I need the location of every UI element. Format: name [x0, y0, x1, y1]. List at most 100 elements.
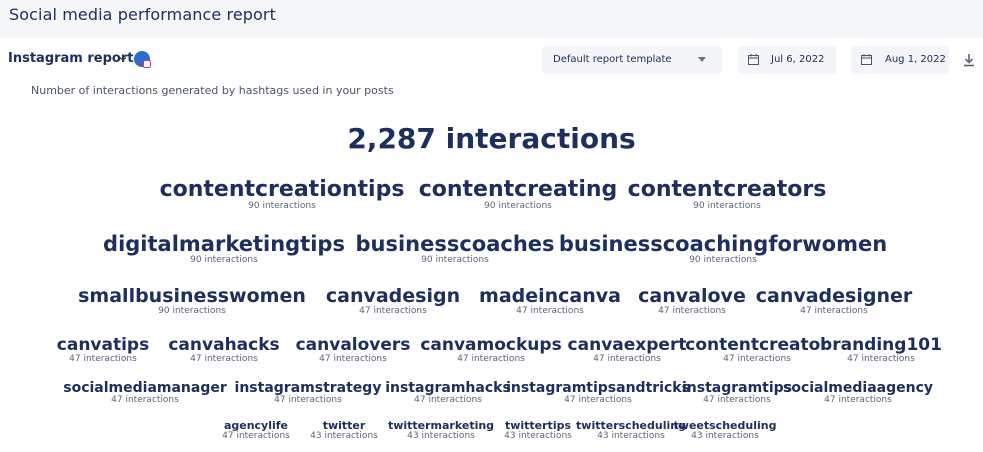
hashtag-item: tweetscheduling 43 interactions: [674, 419, 777, 442]
hashtag-item: canvadesign 47 interactions: [326, 286, 460, 317]
hashtag-count: 47 interactions: [703, 395, 771, 406]
hashtag-name: contentcreator: [685, 335, 829, 355]
hashtag-count: 47 interactions: [190, 353, 258, 364]
hashtag-count: 47 interactions: [222, 431, 290, 442]
hashtag-count: 90 interactions: [248, 201, 316, 212]
hashtag-name: canvalovers: [295, 335, 411, 355]
hashtag-count: 47 interactions: [593, 353, 661, 364]
hashtag-name: canvadesign: [325, 285, 461, 307]
hashtag-item: contentcreators 90 interactions: [627, 177, 827, 212]
hashtag-item: agencylife 47 interactions: [222, 419, 290, 442]
hashtag-name: contentcreating: [418, 177, 618, 202]
hashtag-count: 43 interactions: [310, 431, 378, 442]
hashtag-name: canvatips: [56, 335, 150, 355]
hashtag-name: socialmediamanager: [63, 380, 227, 396]
hashtag-count: 90 interactions: [158, 305, 226, 316]
hashtag-item: instagramhacks 47 interactions: [385, 380, 511, 406]
hashtag-item: businesscoachingforwomen 90 interactions: [558, 232, 888, 266]
hashtag-count: 43 interactions: [504, 431, 572, 442]
hashtag-item: socialmediamanager 47 interactions: [63, 380, 227, 406]
hashtag-item: branding101 47 interactions: [820, 336, 942, 365]
chevron-down-icon[interactable]: [117, 53, 129, 65]
hashtag-name: instagramtips: [681, 380, 793, 396]
total-interactions: 2,287 interactions: [347, 122, 636, 155]
hashtag-item: canvalove 47 interactions: [638, 286, 746, 317]
hashtag-name: canvamockups: [420, 335, 562, 355]
top-bar: Social media performance report: [0, 0, 983, 38]
end-date: Aug 1, 2022: [885, 54, 946, 65]
hashtag-count: 43 interactions: [597, 431, 665, 442]
hashtag-count: 43 interactions: [691, 431, 759, 442]
caret-down-icon: [698, 57, 706, 62]
hashtag-count: 90 interactions: [484, 201, 552, 212]
hashtag-name: branding101: [820, 335, 942, 355]
hashtag-item: instagramtips 47 interactions: [681, 380, 793, 406]
hashtag-item: instagramstrategy 47 interactions: [234, 380, 382, 406]
hashtag-item: twitterscheduling 43 interactions: [576, 419, 686, 442]
hashtag-count: 47 interactions: [658, 305, 726, 316]
hashtag-count: 47 interactions: [564, 395, 632, 406]
hashtag-count: 47 interactions: [111, 395, 179, 406]
hashtag-item: canvatips 47 interactions: [57, 336, 149, 365]
hashtag-item: madeincanva 47 interactions: [479, 286, 621, 317]
hashtag-name: businesscoachingforwomen: [558, 232, 888, 256]
hashtag-item: twittertips 43 interactions: [504, 419, 572, 442]
chart-subtitle: Number of interactions generated by hash…: [31, 84, 394, 97]
hashtag-name: instagramtipsandtricks: [506, 380, 690, 396]
end-date-picker[interactable]: Aug 1, 2022: [851, 46, 949, 74]
hashtag-item: businesscoaches 90 interactions: [355, 232, 555, 266]
hashtag-item: contentcreating 90 interactions: [418, 177, 618, 212]
hashtag-item: canvahacks 47 interactions: [168, 336, 279, 365]
hashtag-name: digitalmarketingtips: [103, 232, 345, 256]
hashtag-item: digitalmarketingtips 90 interactions: [103, 232, 345, 266]
calendar-icon: [861, 54, 872, 65]
hashtag-count: 90 interactions: [190, 255, 258, 266]
hashtag-item: instagramtipsandtricks 47 interactions: [506, 380, 690, 406]
hashtag-name: instagramstrategy: [234, 380, 382, 396]
hashtag-item: twitter 43 interactions: [310, 419, 378, 442]
hashtag-count: 47 interactions: [847, 353, 915, 364]
hashtag-count: 47 interactions: [319, 353, 387, 364]
report-title[interactable]: Instagram report: [8, 51, 133, 66]
hashtag-name: contentcreationtips: [159, 177, 405, 202]
hashtag-name: instagramhacks: [385, 380, 511, 396]
hashtag-name: canvalove: [638, 285, 746, 307]
download-icon[interactable]: [962, 53, 976, 67]
instagram-icon: [143, 60, 151, 68]
hashtag-name: socialmediaagency: [782, 380, 934, 396]
hashtag-name: smallbusinesswomen: [78, 285, 306, 307]
hashtag-item: canvaexpert 47 interactions: [568, 336, 687, 365]
page-title: Social media performance report: [9, 5, 276, 24]
hashtag-count: 90 interactions: [693, 201, 761, 212]
hashtag-count: 47 interactions: [800, 305, 868, 316]
hashtag-item: smallbusinesswomen 90 interactions: [78, 286, 306, 317]
hashtag-item: contentcreationtips 90 interactions: [159, 177, 405, 212]
hashtag-item: canvamockups 47 interactions: [420, 336, 561, 365]
hashtag-count: 47 interactions: [824, 395, 892, 406]
hashtag-item: twittermarketing 43 interactions: [388, 419, 494, 442]
hashtag-item: canvalovers 47 interactions: [296, 336, 411, 365]
hashtag-item: canvadesigner 47 interactions: [756, 286, 913, 317]
hashtag-name: canvahacks: [168, 335, 280, 355]
hashtag-count: 90 interactions: [421, 255, 489, 266]
hashtag-count: 43 interactions: [407, 431, 475, 442]
start-date: Jul 6, 2022: [771, 54, 825, 65]
hashtag-count: 47 interactions: [457, 353, 525, 364]
report-template-label: Default report template: [553, 54, 672, 65]
hashtag-count: 90 interactions: [689, 255, 757, 266]
hashtag-count: 47 interactions: [516, 305, 584, 316]
hashtag-name: canvaexpert: [567, 335, 687, 355]
hashtag-item: contentcreator 47 interactions: [685, 336, 828, 365]
hashtag-name: madeincanva: [479, 285, 621, 307]
report-template-select[interactable]: Default report template: [542, 46, 722, 74]
hashtag-count: 47 interactions: [359, 305, 427, 316]
hashtag-item: socialmediaagency 47 interactions: [782, 380, 934, 406]
hashtag-count: 47 interactions: [274, 395, 342, 406]
hashtag-name: contentcreators: [627, 177, 827, 202]
start-date-picker[interactable]: Jul 6, 2022: [738, 46, 836, 74]
calendar-icon: [748, 54, 759, 65]
hashtag-count: 47 interactions: [414, 395, 482, 406]
hashtag-name: businesscoaches: [355, 232, 555, 256]
hashtag-name: canvadesigner: [755, 285, 913, 307]
hashtag-count: 47 interactions: [723, 353, 791, 364]
